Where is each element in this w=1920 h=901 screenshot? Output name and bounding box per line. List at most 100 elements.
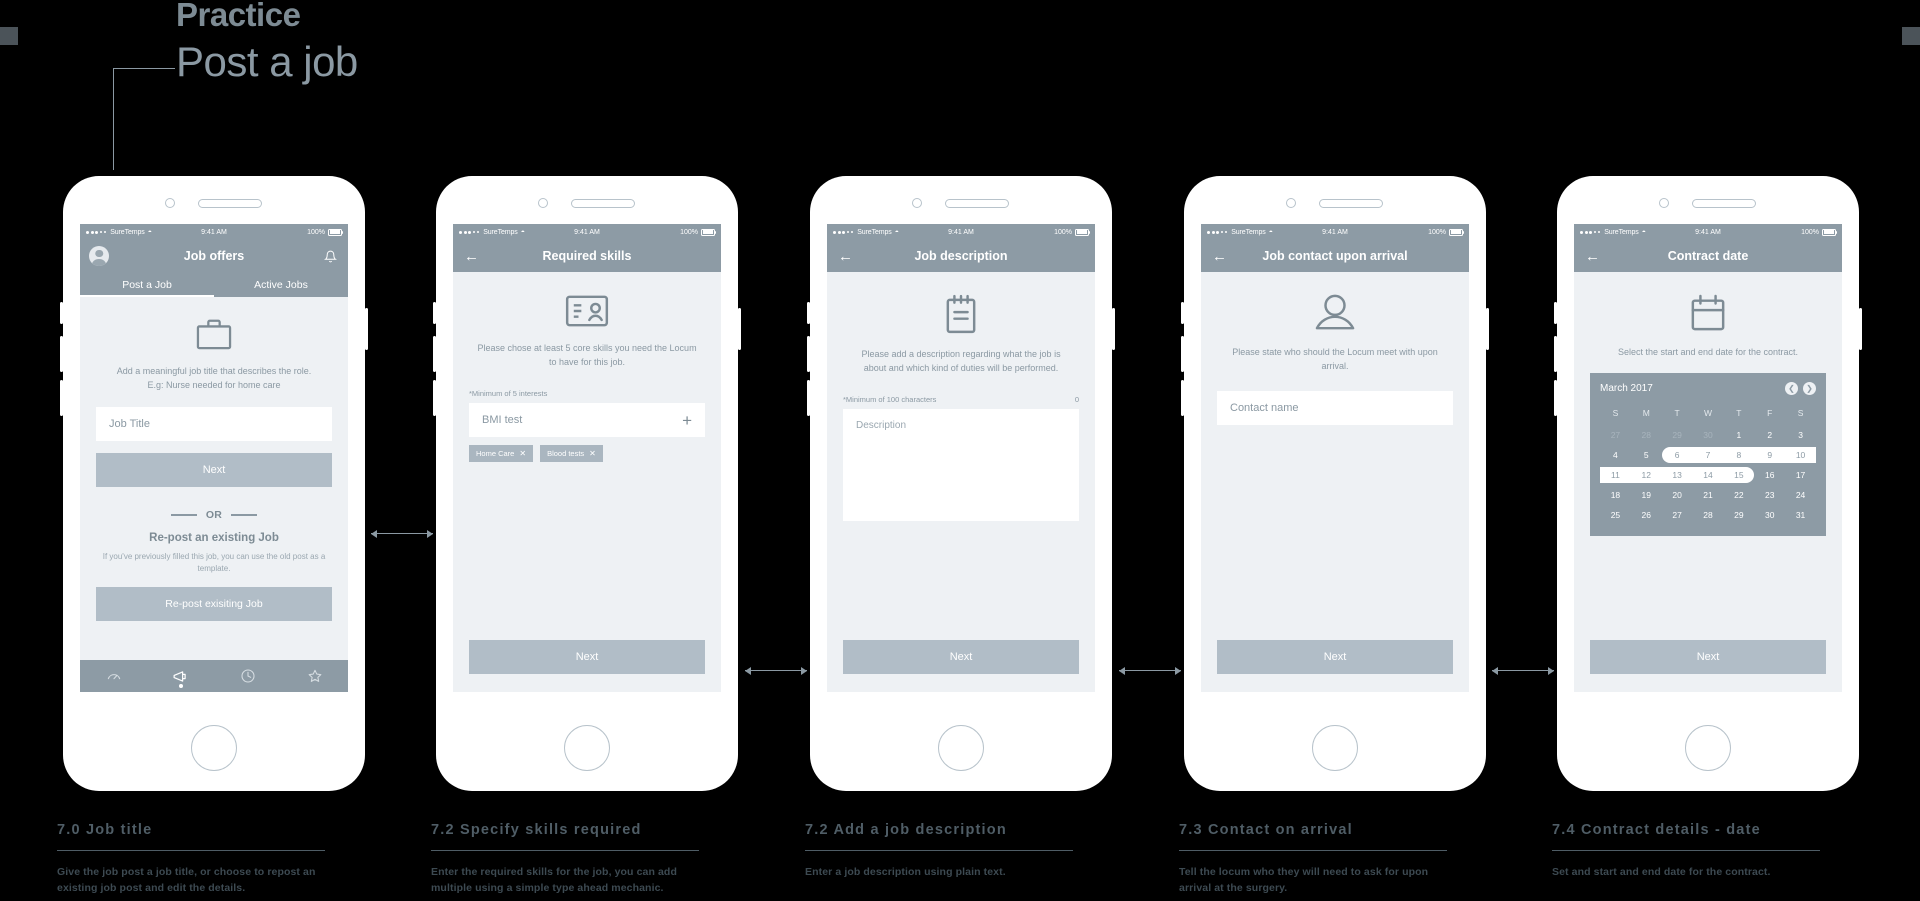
- battery-label: 100%: [1054, 228, 1072, 236]
- close-icon[interactable]: ✕: [589, 449, 596, 458]
- contact-name-input[interactable]: Contact name: [1217, 391, 1453, 425]
- calendar-day-cell[interactable]: 3: [1785, 425, 1816, 445]
- signal-dots-icon: [833, 230, 854, 234]
- calendar-day-cell[interactable]: 24: [1785, 485, 1816, 505]
- home-button[interactable]: [564, 725, 610, 771]
- calendar-day-cell[interactable]: 18: [1600, 485, 1631, 505]
- calendar-day-cell[interactable]: 14: [1693, 465, 1724, 485]
- tabbar-item-jobs[interactable]: [158, 660, 204, 692]
- calendar-day-cell[interactable]: 5: [1631, 445, 1662, 465]
- calendar-day-cell[interactable]: 4: [1600, 445, 1631, 465]
- tabbar-item-favourites[interactable]: [292, 660, 338, 692]
- nav-bar: ← Job description: [827, 240, 1095, 272]
- caption-title: 7.2 Specify skills required: [431, 822, 642, 838]
- calendar-day-cell[interactable]: 9: [1754, 445, 1785, 465]
- calendar-day-cell[interactable]: 25: [1600, 505, 1631, 525]
- calendar-day-cell[interactable]: 11: [1600, 465, 1631, 485]
- back-arrow-icon[interactable]: ←: [464, 249, 479, 264]
- caption-title: 7.4 Contract details - date: [1552, 822, 1761, 838]
- description-textarea[interactable]: Description: [843, 409, 1079, 521]
- earpiece-speaker: [945, 199, 1009, 208]
- status-bar: SureTemps ◓ 9:41 AM 100%: [453, 224, 721, 240]
- battery-icon: [1075, 228, 1091, 236]
- calendar-day-cell[interactable]: 10: [1785, 445, 1816, 465]
- back-arrow-icon[interactable]: ←: [1212, 249, 1227, 264]
- calendar-day-cell[interactable]: 2: [1754, 425, 1785, 445]
- plus-icon[interactable]: +: [682, 412, 692, 429]
- calendar-day-cell[interactable]: 13: [1662, 465, 1693, 485]
- clock-icon: [240, 668, 256, 684]
- calendar-week-row: 25 26 27 28 29 30 31: [1600, 505, 1816, 525]
- caption-required-skills: 7.2 Specify skills required Enter the re…: [431, 822, 701, 896]
- caption-rule: [1552, 850, 1820, 852]
- calendar-day-cell[interactable]: 12: [1631, 465, 1662, 485]
- calendar-day-cell[interactable]: 21: [1693, 485, 1724, 505]
- calendar-day-cell[interactable]: 29: [1662, 425, 1693, 445]
- calendar-day-cell[interactable]: 23: [1754, 485, 1785, 505]
- tab-post-a-job[interactable]: Post a Job: [80, 272, 214, 297]
- skill-input[interactable]: BMI test +: [469, 403, 705, 437]
- back-arrow-icon[interactable]: ←: [838, 249, 853, 264]
- calendar-day-cell[interactable]: 19: [1631, 485, 1662, 505]
- chevron-left-icon[interactable]: ❮: [1785, 382, 1798, 395]
- calendar-day-cell[interactable]: 27: [1662, 505, 1693, 525]
- next-button[interactable]: Next: [96, 453, 332, 487]
- calendar-day-cell[interactable]: 15: [1723, 465, 1754, 485]
- caption-title: 7.3 Contact on arrival: [1179, 822, 1353, 838]
- next-button[interactable]: Next: [1217, 640, 1453, 674]
- calendar-day-cell[interactable]: 26: [1631, 505, 1662, 525]
- skill-chip[interactable]: Home Care ✕: [469, 445, 534, 462]
- next-button[interactable]: Next: [469, 640, 705, 674]
- nav-bar: Job offers: [80, 240, 348, 272]
- avatar-icon[interactable]: [89, 246, 109, 266]
- calendar-day-cell[interactable]: 28: [1631, 425, 1662, 445]
- calendar-day-cell[interactable]: 30: [1754, 505, 1785, 525]
- calendar-day-cell[interactable]: 16: [1754, 465, 1785, 485]
- skill-chip[interactable]: Blood tests ✕: [540, 445, 603, 462]
- calendar-day-cell[interactable]: 28: [1693, 505, 1724, 525]
- calendar-day-cell[interactable]: 29: [1723, 505, 1754, 525]
- status-time: 9:41 AM: [574, 228, 600, 236]
- or-label: OR: [205, 509, 223, 521]
- helper-text: Add a meaningful job title that describe…: [116, 366, 312, 390]
- tabbar-item-history[interactable]: [225, 660, 271, 692]
- bell-icon[interactable]: [324, 250, 337, 263]
- calendar-day-cell[interactable]: 17: [1785, 465, 1816, 485]
- calendar-day-cell[interactable]: 31: [1785, 505, 1816, 525]
- flow-connector: [745, 666, 807, 675]
- earpiece-speaker: [571, 199, 635, 208]
- repost-existing-job-button[interactable]: Re-post exisiting Job: [96, 587, 332, 621]
- calendar-icon: [1590, 294, 1826, 332]
- calendar-day-cell[interactable]: 1: [1723, 425, 1754, 445]
- calendar-day-cell[interactable]: 8: [1723, 445, 1754, 465]
- or-divider: OR: [96, 509, 332, 521]
- nav-title: Required skills: [542, 249, 632, 263]
- calendar-widget[interactable]: March 2017 ❮ ❯ S M T W T F S 27 28 29 30…: [1590, 373, 1826, 536]
- calendar-day-cell[interactable]: 30: [1693, 425, 1724, 445]
- status-bar: SureTemps ◓ 9:41 AM 100%: [80, 224, 348, 240]
- calendar-day-cell[interactable]: 22: [1723, 485, 1754, 505]
- caption-body: Give the job post a job title, or choose…: [57, 866, 316, 895]
- skill-input-value: BMI test: [482, 414, 523, 426]
- nav-bar: ← Required skills: [453, 240, 721, 272]
- back-arrow-icon[interactable]: ←: [1585, 249, 1600, 264]
- page-title: Post a job: [176, 38, 358, 85]
- calendar-day-cell[interactable]: 7: [1693, 445, 1724, 465]
- tab-active-jobs[interactable]: Active Jobs: [214, 272, 348, 297]
- next-button[interactable]: Next: [1590, 640, 1826, 674]
- calendar-day-cell[interactable]: 6: [1662, 445, 1693, 465]
- tabbar-item-dashboard[interactable]: [91, 660, 137, 692]
- home-button[interactable]: [1312, 725, 1358, 771]
- calendar-day-cell[interactable]: 27: [1600, 425, 1631, 445]
- close-icon[interactable]: ✕: [519, 449, 526, 458]
- job-title-input[interactable]: Job Title: [96, 407, 332, 441]
- chevron-right-icon[interactable]: ❯: [1803, 382, 1816, 395]
- home-button[interactable]: [191, 725, 237, 771]
- id-card-icon: [469, 294, 705, 328]
- nav-title: Job offers: [183, 249, 245, 263]
- phone-mock-contract-date: SureTemps ◓ 9:41 AM 100% ← Contract date: [1554, 176, 1862, 791]
- home-button[interactable]: [1685, 725, 1731, 771]
- next-button[interactable]: Next: [843, 640, 1079, 674]
- calendar-day-cell[interactable]: 20: [1662, 485, 1693, 505]
- home-button[interactable]: [938, 725, 984, 771]
